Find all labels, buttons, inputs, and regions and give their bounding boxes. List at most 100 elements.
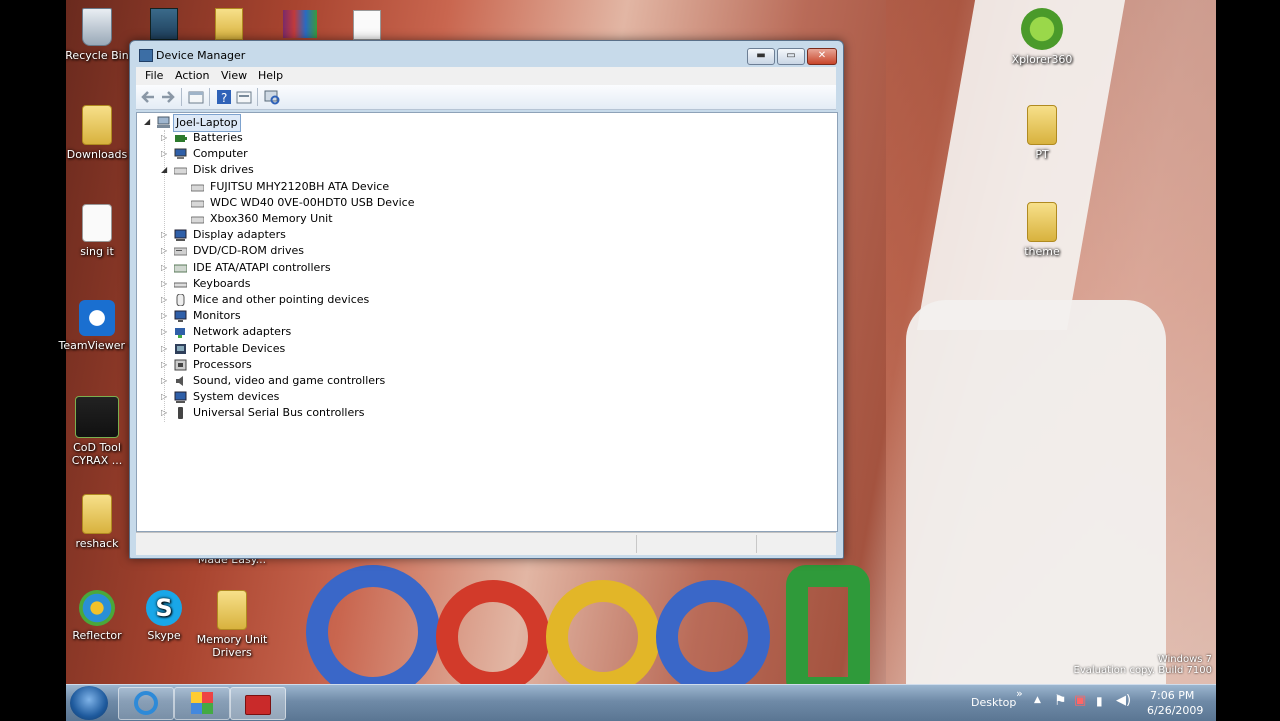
folder-icon xyxy=(217,590,247,630)
help-icon[interactable]: ? xyxy=(216,89,232,105)
forward-arrow-icon[interactable] xyxy=(160,89,176,105)
tree-item-network-adapters[interactable]: ▷ Network adapters xyxy=(157,324,457,340)
collapse-arrow-icon[interactable]: ◢ xyxy=(144,114,153,130)
tree-item-label: Keyboards xyxy=(193,277,251,290)
system-device-icon xyxy=(174,391,187,403)
tree-item-computer[interactable]: ▷ Computer xyxy=(157,146,457,162)
tree-item-ide-ata-atapi-controllers[interactable]: ▷ IDE ATA/ATAPI controllers xyxy=(157,260,457,276)
toolbar-expand-icon[interactable]: » xyxy=(1016,687,1023,700)
expand-arrow-icon[interactable]: ▷ xyxy=(161,276,170,292)
taskbar-device-manager[interactable] xyxy=(230,687,286,720)
desktop-icon-recycle-bin[interactable]: Recycle Bin xyxy=(57,8,137,62)
tree-item-display-adapters[interactable]: ▷ Display adapters xyxy=(157,227,457,243)
tree-item-label: IDE ATA/ATAPI controllers xyxy=(193,261,331,274)
close-button[interactable]: ✕ xyxy=(807,48,837,65)
desktop-icon-teamviewer[interactable]: TeamViewer 4 xyxy=(57,300,137,352)
portable-device-icon xyxy=(175,344,186,354)
menu-view[interactable]: View xyxy=(221,69,247,82)
watermark-line1: Windows 7 xyxy=(1157,654,1212,665)
scan-hardware-icon[interactable] xyxy=(264,89,280,105)
tree-item-system-devices[interactable]: ▷ System devices xyxy=(157,389,457,405)
show-hidden-icons-icon[interactable]: ▲ xyxy=(1034,695,1041,705)
maximize-button[interactable]: ▭ xyxy=(777,48,805,65)
tree-item-label: DVD/CD-ROM drives xyxy=(193,244,304,257)
device-manager-window[interactable]: Device Manager ▬ ▭ ✕ File Action View He… xyxy=(129,40,844,559)
expand-arrow-icon[interactable]: ▷ xyxy=(161,243,170,259)
tree-item-sound-video-and-game-controllers[interactable]: ▷ Sound, video and game controllers xyxy=(157,373,457,389)
tree-item-keyboards[interactable]: ▷ Keyboards xyxy=(157,276,457,292)
volume-icon[interactable]: ◀) xyxy=(1116,693,1131,708)
taskbar-internet-explorer[interactable] xyxy=(118,687,174,720)
expand-arrow-icon[interactable]: ▷ xyxy=(161,260,170,276)
desktop-icon-reshack[interactable]: reshack xyxy=(57,494,137,550)
menu-help[interactable]: Help xyxy=(258,69,283,82)
internet-explorer-icon xyxy=(134,691,158,715)
tree-child-item[interactable]: FUJITSU MHY2120BH ATA Device xyxy=(175,179,475,195)
tree-item-label: Disk drives xyxy=(193,163,254,176)
tree-item-monitors[interactable]: ▷ Monitors xyxy=(157,308,457,324)
toolbox-icon xyxy=(245,695,271,715)
desktop-icon-label: Xplorer360 xyxy=(1011,53,1073,66)
expand-arrow-icon[interactable]: ▷ xyxy=(161,341,170,357)
start-button[interactable] xyxy=(70,686,108,720)
desktop-icon-theme[interactable]: theme xyxy=(1002,202,1082,258)
desktop-icon-pt[interactable]: PT xyxy=(1002,105,1082,161)
desktop-icon-sing-it[interactable]: sing it xyxy=(57,204,137,258)
ide-controller-icon xyxy=(174,264,187,273)
expand-arrow-icon[interactable]: ▷ xyxy=(161,357,170,373)
partial-desktop-icon[interactable] xyxy=(150,8,178,40)
clock-time[interactable]: 7:06 PM xyxy=(1150,689,1194,702)
desktop-icon-label: sing it xyxy=(80,245,114,258)
tree-item-dvd-cd-rom-drives[interactable]: ▷ DVD/CD-ROM drives xyxy=(157,243,457,259)
tree-child-item[interactable]: Xbox360 Memory Unit xyxy=(175,211,475,227)
document-icon[interactable] xyxy=(353,10,381,40)
desktop-toolbar-label[interactable]: Desktop xyxy=(971,696,1016,709)
tree-item-batteries[interactable]: ▷ Batteries xyxy=(157,130,457,146)
desktop-icon-label: TeamViewer 4 xyxy=(58,339,136,352)
disk-drive-icon xyxy=(191,216,204,224)
windows-watermark: Windows 7 Evaluation copy. Build 7100 xyxy=(1040,654,1213,676)
properties-icon[interactable] xyxy=(236,89,252,105)
taskbar-explorer[interactable] xyxy=(174,687,230,720)
expand-arrow-icon[interactable]: ▷ xyxy=(161,389,170,405)
tray-app-icon[interactable]: ▣ xyxy=(1074,693,1086,708)
back-arrow-icon[interactable] xyxy=(140,89,156,105)
tree-item-label: System devices xyxy=(193,390,280,403)
title-bar[interactable]: Device Manager ▬ ▭ ✕ xyxy=(130,41,843,67)
menu-action[interactable]: Action xyxy=(175,69,209,82)
desktop-icon-cod-tool[interactable]: CoD Tool CYRAX ... xyxy=(57,396,137,467)
expand-arrow-icon[interactable]: ▷ xyxy=(161,324,170,340)
expand-arrow-icon[interactable]: ▷ xyxy=(161,405,170,421)
expand-arrow-icon[interactable]: ▷ xyxy=(161,227,170,243)
tree-item-portable-devices[interactable]: ▷ Portable Devices xyxy=(157,341,457,357)
expand-arrow-icon[interactable]: ▷ xyxy=(161,292,170,308)
mouse-icon xyxy=(176,294,185,306)
tree-item-label: Network adapters xyxy=(193,325,292,338)
expand-arrow-icon[interactable]: ▷ xyxy=(161,308,170,324)
show-hide-tree-icon[interactable] xyxy=(188,89,204,105)
tree-item-processors[interactable]: ▷ Processors xyxy=(157,357,457,373)
menu-file[interactable]: File xyxy=(145,69,163,82)
desktop-icon-memory-unit-drivers[interactable]: Memory Unit Drivers xyxy=(192,590,272,659)
tree-root[interactable]: ◢ Joel-Laptop xyxy=(141,114,341,132)
folder-icon[interactable] xyxy=(215,8,243,40)
device-tree[interactable]: ◢ Joel-Laptop ▷ Batteries ▷ Computer ◢ Disk d… xyxy=(136,112,838,532)
tree-item-mice-and-other-pointing-devices[interactable]: ▷ Mice and other pointing devices xyxy=(157,292,457,308)
folder-icon xyxy=(82,494,112,534)
collapse-arrow-icon[interactable]: ◢ xyxy=(161,162,170,178)
minimize-button[interactable]: ▬ xyxy=(747,48,775,65)
clock-date[interactable]: 6/26/2009 xyxy=(1147,704,1203,717)
desktop-icon-xplorer360[interactable]: Xplorer360 xyxy=(1002,8,1082,66)
expand-arrow-icon[interactable]: ▷ xyxy=(161,130,170,146)
taskbar: Desktop » ▲ ⚑ ▣ ▮ ◀) 7:06 PM 6/26/2009 xyxy=(66,684,1216,721)
desktop-icon-downloads[interactable]: Downloads xyxy=(57,105,137,161)
tree-item-disk-drives[interactable]: ◢ Disk drives xyxy=(157,162,457,178)
expand-arrow-icon[interactable]: ▷ xyxy=(161,146,170,162)
archive-icon[interactable] xyxy=(283,10,317,38)
disk-drive-icon xyxy=(174,167,187,175)
network-icon[interactable]: ▮ xyxy=(1096,694,1103,708)
expand-arrow-icon[interactable]: ▷ xyxy=(161,373,170,389)
tree-child-item[interactable]: WDC WD40 0VE-00HDT0 USB Device xyxy=(175,195,475,211)
tree-item-universal-serial-bus-controllers[interactable]: ▷ Universal Serial Bus controllers xyxy=(157,405,457,421)
flag-icon[interactable]: ⚑ xyxy=(1054,693,1067,709)
